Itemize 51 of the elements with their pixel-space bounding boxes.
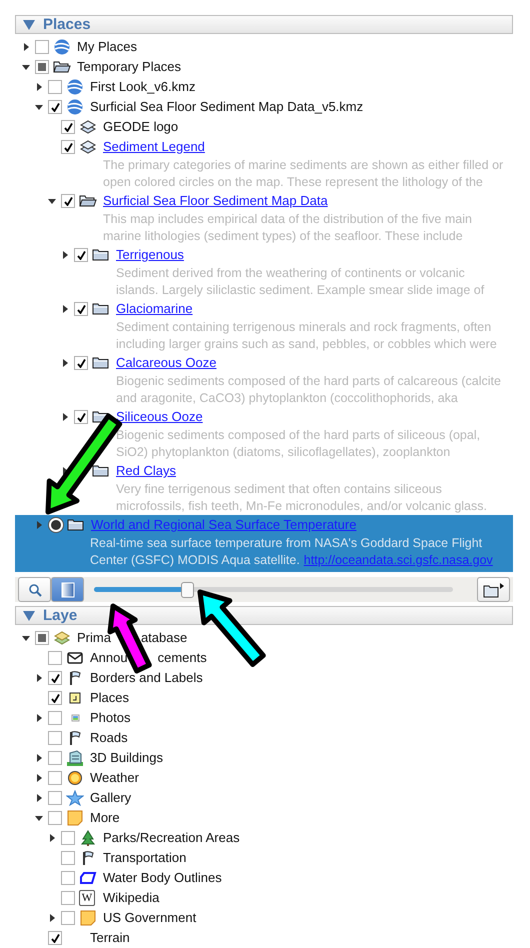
item-label[interactable]: GEODE logo (103, 117, 178, 137)
item-label[interactable]: First Look_v6.kmz (90, 77, 196, 97)
item-label[interactable]: atabase (140, 628, 188, 648)
item-link[interactable]: Surficial Sea Floor Sediment Map Data (103, 191, 328, 211)
item-description: Center (GSFC) MODIS Aqua satellite. (90, 552, 300, 569)
item-label[interactable]: My Places (77, 37, 137, 57)
wikipedia-icon: W (79, 890, 95, 906)
item-label[interactable]: Photos (90, 708, 130, 728)
item-description: Biogenic sediments composed of the hard parts of siliceous (opal, (116, 427, 482, 444)
item-description: open colored circles on the map. These represent the lithology of the (103, 174, 484, 191)
panel-title: Places (43, 16, 91, 33)
panel-header[interactable]: Places (15, 15, 513, 34)
item-description: Real-time sea surface temperature from NASA's Goddard Space Flight (90, 535, 484, 552)
item-label[interactable]: Roads (90, 728, 128, 748)
item-description: Sediment containing terrigenous minerals and rock fragments, often (116, 319, 492, 336)
item-label[interactable]: Weather (90, 768, 139, 788)
item-label[interactable]: Gallery (90, 788, 132, 808)
item-description: and aragonite, CaCO3) phytoplankton (coccolithophorids, aka (116, 390, 459, 407)
item-link[interactable]: Calcareous Ooze (116, 353, 216, 373)
item-label[interactable]: Terrain (90, 928, 130, 948)
item-label[interactable]: Temporary Places (77, 57, 182, 77)
item-label[interactable]: US Government (103, 908, 196, 928)
item-link[interactable]: Sediment Legend (103, 137, 205, 157)
item-description: microfossils, fish teeth, Mn-Fe micronodules, and/or volcanic glass. (116, 498, 488, 515)
item-label[interactable]: Prima (77, 628, 111, 648)
item-description: Very fine terrigenous sediment that often contains siliceous (116, 481, 443, 498)
item-description: including larger grains such as sand, pebbles, or cobbles which were (116, 336, 498, 353)
item-link[interactable]: Terrigenous (116, 245, 184, 265)
item-label[interactable]: Surficial Sea Floor Sediment Map Data_v5.kmz (90, 97, 364, 117)
item-label[interactable]: Transportation (103, 848, 186, 868)
item-label[interactable]: Places (90, 688, 130, 708)
panel-header[interactable]: Laye (15, 606, 513, 625)
item-description: marine lithologies (sediment types) of the seafloor. These include (103, 228, 464, 245)
item-description: SiO2) phytoplankton (diatoms, silicoflagellates), zooplankton (116, 444, 452, 461)
item-label[interactable]: cements (158, 648, 207, 668)
item-description: The primary categories of marine sediments are shown as either filled or (103, 157, 504, 174)
item-link[interactable]: Glaciomarine (116, 299, 193, 319)
item-description: islands. Largely siliclastic sediment. Example smear slide image of (116, 282, 486, 299)
item-label[interactable]: Borders and Labels (90, 668, 203, 688)
item-label[interactable]: Parks/Recreation Areas (103, 828, 240, 848)
item-label[interactable]: Wikipedia (103, 888, 160, 908)
item-description: This map includes empirical data of the distribution of the five main (103, 211, 473, 228)
item-label[interactable]: More (90, 808, 120, 828)
panel-title: Laye (43, 607, 78, 624)
item-link[interactable]: Siliceous Ooze (116, 407, 203, 427)
item-description: Biogenic sediments composed of the hard parts of calcareous (calcite (116, 373, 502, 390)
item-label[interactable]: Water Body Outlines (103, 868, 222, 888)
item-description: Sediment derived from the weathering of continents or volcanic (116, 265, 466, 282)
item-label[interactable]: 3D Buildings (90, 748, 163, 768)
item-label[interactable]: Annou (90, 648, 128, 668)
item-link[interactable]: Red Clays (116, 461, 176, 481)
